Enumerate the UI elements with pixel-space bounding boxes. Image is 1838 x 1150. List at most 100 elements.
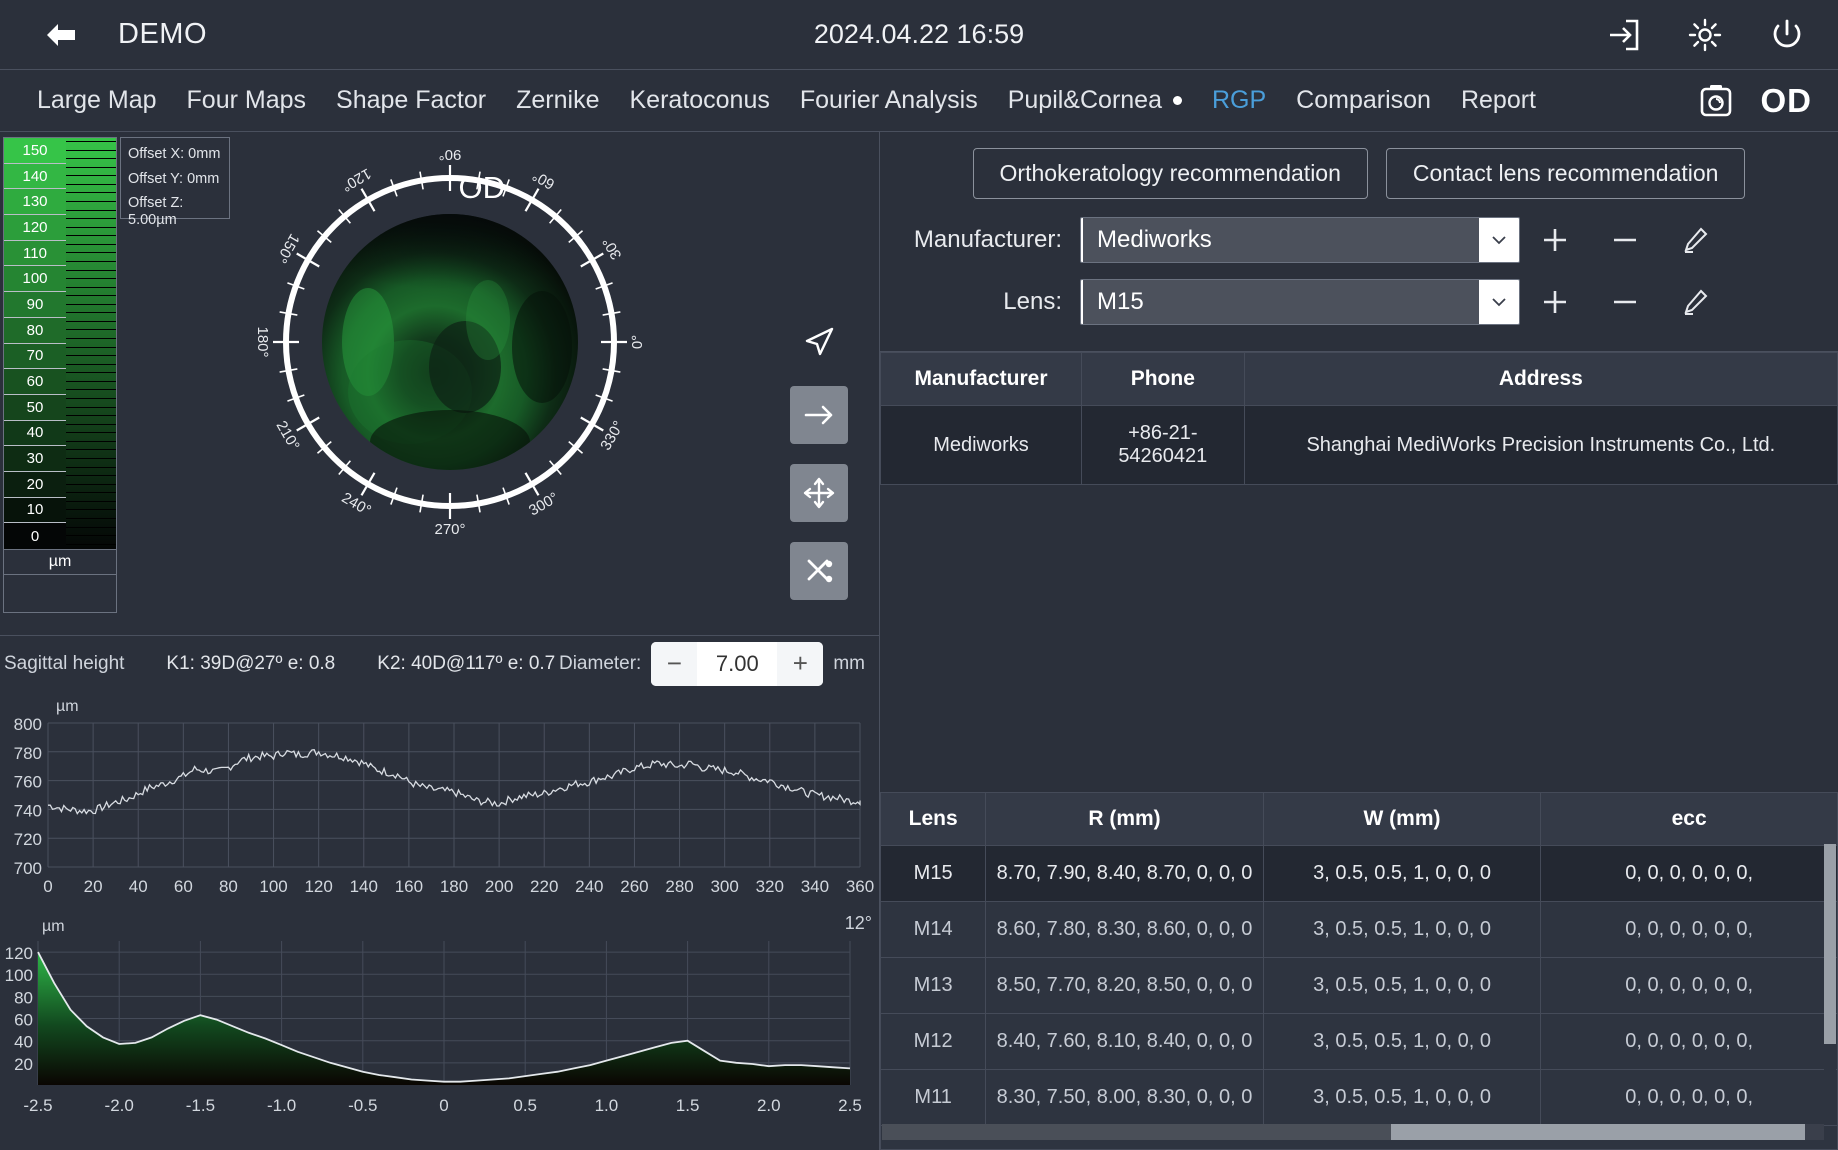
- diameter-decrement-button[interactable]: −: [651, 642, 697, 686]
- contact-lens-recommendation-button[interactable]: Contact lens recommendation: [1386, 148, 1746, 199]
- cell-ecc: 0, 0, 0, 0, 0, 0,: [1541, 1070, 1838, 1126]
- tab-four-maps[interactable]: Four Maps: [172, 86, 321, 115]
- col-r-mm: R (mm): [986, 793, 1264, 846]
- patient-name: DEMO: [118, 18, 207, 51]
- y-axis-unit: µm: [42, 918, 65, 935]
- color-scale-line: [66, 270, 116, 271]
- table-row[interactable]: M128.40, 7.60, 8.10, 8.40, 0, 0, 03, 0.5…: [881, 1014, 1838, 1070]
- lens-table-horizontal-scrollbar[interactable]: [882, 1124, 1824, 1140]
- tab-rgp[interactable]: RGP: [1197, 86, 1281, 115]
- table-row[interactable]: M148.60, 7.80, 8.30, 8.60, 0, 0, 03, 0.5…: [881, 902, 1838, 958]
- lens-add-button[interactable]: [1520, 287, 1590, 317]
- cell-lens: M14: [881, 902, 986, 958]
- color-scale-tick: 0: [4, 523, 66, 549]
- color-scale-tick: 140: [4, 164, 66, 190]
- lens-label: Lens:: [880, 288, 1080, 316]
- lens-remove-button[interactable]: [1590, 287, 1660, 317]
- cell-w: 3, 0.5, 0.5, 1, 0, 0, 0: [1263, 846, 1541, 902]
- scrollbar-track-left[interactable]: [882, 1124, 1391, 1140]
- export-icon[interactable]: [1602, 14, 1644, 56]
- manufacturer-remove-button[interactable]: [1590, 225, 1660, 255]
- manufacturer-edit-pencil-icon[interactable]: [1660, 225, 1730, 255]
- title-bar-icons: [1602, 14, 1808, 56]
- color-scale-line: [66, 347, 116, 348]
- camera-icon[interactable]: [1695, 80, 1737, 122]
- color-scale-tick: 10: [4, 498, 66, 524]
- cell-w: 3, 0.5, 0.5, 1, 0, 0, 0: [1263, 1070, 1541, 1126]
- manufacturer-add-button[interactable]: [1520, 225, 1590, 255]
- table-row[interactable]: M138.50, 7.70, 8.20, 8.50, 0, 0, 03, 0.5…: [881, 958, 1838, 1014]
- tab-label: Keratoconus: [629, 86, 769, 115]
- color-scale-line: [66, 355, 116, 356]
- scatter-tool-button[interactable]: [790, 542, 848, 600]
- scrollbar-thumb[interactable]: [1391, 1124, 1805, 1140]
- color-scale-tick: 150: [4, 138, 66, 164]
- x-axis-tick: 20: [84, 877, 103, 896]
- x-axis-tick: -0.5: [348, 1096, 377, 1115]
- tab-keratoconus[interactable]: Keratoconus: [614, 86, 784, 115]
- cell-r: 8.30, 7.50, 8.00, 8.30, 0, 0, 0: [986, 1070, 1264, 1126]
- rgp-application-window: DEMO 2024.04.22 16:59: [0, 0, 1838, 1150]
- x-axis-tick: 340: [801, 877, 829, 896]
- diameter-value[interactable]: 7.00: [697, 642, 777, 686]
- lens-select[interactable]: M15: [1080, 279, 1520, 325]
- lens-edit-pencil-icon[interactable]: [1660, 287, 1730, 317]
- y-axis-tick: 20: [14, 1055, 33, 1074]
- color-scale-line: [66, 158, 116, 159]
- color-scale-grid: 1501401301201101009080706050403020100: [3, 137, 117, 550]
- orthokeratology-recommendation-button[interactable]: Orthokeratology recommendation: [973, 148, 1368, 199]
- lens-table-vertical-scrollbar[interactable]: [1824, 844, 1836, 1124]
- polar-topography-map[interactable]: 0°30°60°90°120°150°180°210°240°270°300°3…: [250, 142, 650, 542]
- color-scale-tick: 120: [4, 215, 66, 241]
- table-row[interactable]: M118.30, 7.50, 8.00, 8.30, 0, 0, 03, 0.5…: [881, 1070, 1838, 1126]
- table-row[interactable]: Mediworks +86-21-54260421 Shanghai MediW…: [881, 406, 1838, 485]
- color-scale-line: [66, 210, 116, 211]
- x-axis-tick: 2.0: [757, 1096, 781, 1115]
- arrow-right-tool-button[interactable]: [790, 386, 848, 444]
- cell-r: 8.70, 7.90, 8.40, 8.70, 0, 0, 0: [986, 846, 1264, 902]
- tab-shape-factor[interactable]: Shape Factor: [321, 86, 501, 115]
- tab-comparison[interactable]: Comparison: [1281, 86, 1446, 115]
- back-arrow-icon[interactable]: [40, 14, 82, 56]
- color-scale-line: [66, 227, 116, 228]
- x-axis-tick: 1.0: [595, 1096, 619, 1115]
- polar-degree-label: 60°: [530, 167, 558, 193]
- color-scale-line: [66, 364, 116, 365]
- diameter-label: Diameter:: [559, 653, 641, 675]
- color-scale-line: [66, 432, 116, 433]
- cursor-navigate-icon[interactable]: [796, 320, 842, 366]
- elevation-profile-chart: 20406080100120-2.5-2.0-1.5-1.0-0.500.51.…: [0, 913, 879, 1150]
- manufacturer-select[interactable]: Mediworks: [1080, 217, 1520, 263]
- scrollbar-thumb[interactable]: [1824, 844, 1836, 1044]
- diameter-increment-button[interactable]: +: [777, 642, 823, 686]
- cell-address: Shanghai MediWorks Precision Instruments…: [1244, 406, 1837, 485]
- tab-large-map[interactable]: Large Map: [22, 86, 172, 115]
- gear-icon[interactable]: [1684, 14, 1726, 56]
- sagittal-height-title: Sagittal height: [4, 653, 124, 675]
- move-tool-button[interactable]: [790, 464, 848, 522]
- polar-degree-label: 150°: [273, 231, 303, 266]
- x-axis-tick: 80: [219, 877, 238, 896]
- color-scale-line: [66, 141, 116, 142]
- color-scale-tick: 20: [4, 472, 66, 498]
- cell-ecc: 0, 0, 0, 0, 0, 0,: [1541, 1014, 1838, 1070]
- color-scale-line: [66, 312, 116, 313]
- diameter-control: Diameter: − 7.00 + mm: [559, 642, 865, 686]
- power-icon[interactable]: [1766, 14, 1808, 56]
- col-w-mm: W (mm): [1263, 793, 1541, 846]
- chevron-down-icon: [1479, 235, 1519, 245]
- color-scale-line: [66, 184, 116, 185]
- x-axis-tick: -2.5: [23, 1096, 52, 1115]
- color-scale-line: [66, 321, 116, 322]
- tab-pupil-cornea[interactable]: Pupil&Cornea: [993, 86, 1197, 115]
- tab-zernike[interactable]: Zernike: [501, 86, 614, 115]
- color-scale-line: [66, 192, 116, 193]
- x-axis-tick: 280: [665, 877, 693, 896]
- color-scale-line: [66, 235, 116, 236]
- table-row[interactable]: M158.70, 7.90, 8.40, 8.70, 0, 0, 03, 0.5…: [881, 846, 1838, 902]
- tab-report[interactable]: Report: [1446, 86, 1551, 115]
- color-scale-labels: 1501401301201101009080706050403020100: [4, 138, 66, 549]
- tab-fourier-analysis[interactable]: Fourier Analysis: [785, 86, 993, 115]
- table-header-row: Lens R (mm) W (mm) ecc: [881, 793, 1838, 846]
- x-axis-tick: 180: [440, 877, 468, 896]
